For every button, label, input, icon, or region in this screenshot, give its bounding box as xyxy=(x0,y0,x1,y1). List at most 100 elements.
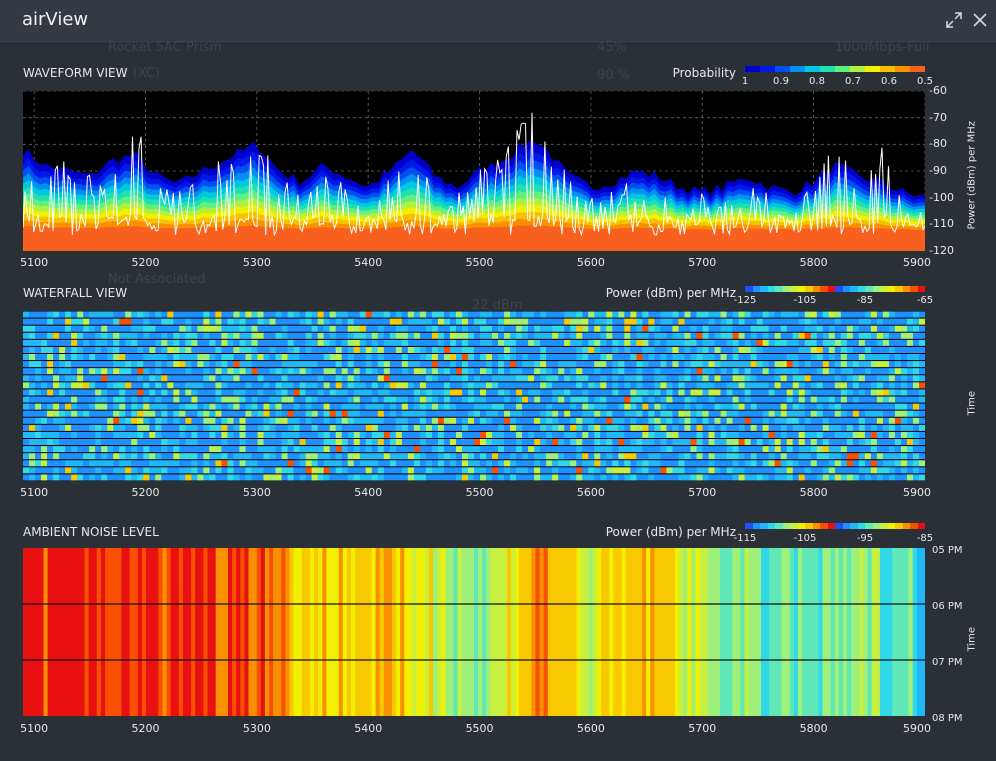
waterfall-cell xyxy=(516,375,523,382)
waterfall-cell xyxy=(576,368,583,375)
waterfall-cell xyxy=(425,382,433,389)
legend-swatch xyxy=(797,523,805,529)
legend-tick-label: -85 xyxy=(856,295,874,306)
waveform-plot[interactable] xyxy=(23,91,925,251)
noise-column xyxy=(867,548,873,716)
waterfall-cell xyxy=(546,311,553,318)
waterfall-cell xyxy=(323,439,330,446)
waterfall-cell xyxy=(528,346,535,353)
waterfall-cell xyxy=(47,318,54,325)
waterfall-cell xyxy=(113,361,120,368)
waterfall-cell xyxy=(221,339,228,346)
waterfall-cell xyxy=(540,396,547,403)
ambient-plot[interactable] xyxy=(23,548,925,716)
noise-column xyxy=(23,548,28,716)
waterfall-cell xyxy=(95,368,102,375)
waterfall-cell xyxy=(71,453,78,460)
waterfall-cell xyxy=(173,368,180,375)
waterfall-cell xyxy=(552,368,559,375)
waterfall-cell xyxy=(534,460,541,467)
waterfall-cell xyxy=(137,446,144,453)
waterfall-cell xyxy=(672,339,679,346)
waterfall-cell xyxy=(780,424,787,431)
waterfall-cell xyxy=(504,410,511,417)
waterfall-cell xyxy=(480,403,487,410)
waterfall-cell xyxy=(59,354,66,361)
waterfall-cell xyxy=(906,368,914,375)
waterfall-cell xyxy=(552,311,559,318)
waterfall-cell xyxy=(35,332,42,339)
waterfall-cell xyxy=(101,460,108,467)
waterfall-cell xyxy=(269,467,276,474)
waterfall-cell xyxy=(744,368,751,375)
waterfall-cell xyxy=(71,403,78,410)
waterfall-cell xyxy=(383,424,391,431)
waterfall-plot[interactable] xyxy=(23,311,925,481)
waterfall-cell xyxy=(221,424,228,431)
waterfall-cell xyxy=(906,325,914,332)
waterfall-cell xyxy=(377,467,385,474)
waterfall-cell xyxy=(413,417,421,424)
waterfall-cell xyxy=(365,403,373,410)
waterfall-cell xyxy=(257,474,264,481)
waterfall-cell xyxy=(461,431,469,438)
waterfall-cell xyxy=(383,410,391,417)
waterfall-cell xyxy=(353,375,361,382)
waterfall-cell xyxy=(173,375,180,382)
waterfall-cell xyxy=(768,439,775,446)
waterfall-cell xyxy=(221,446,228,453)
waterfall-cell xyxy=(227,318,234,325)
waterfall-cell xyxy=(552,417,559,424)
waterfall-cell xyxy=(894,332,902,339)
waterfall-cell xyxy=(750,417,757,424)
waterfall-cell xyxy=(323,417,330,424)
noise-column xyxy=(707,548,713,716)
waterfall-cell xyxy=(251,368,258,375)
waterfall-cell xyxy=(209,410,216,417)
waterfall-cell xyxy=(480,375,487,382)
waterfall-cell xyxy=(425,325,433,332)
waterfall-cell xyxy=(582,431,589,438)
waterfall-cell xyxy=(203,424,210,431)
waterfall-cell xyxy=(245,396,252,403)
waterfall-cell xyxy=(77,361,84,368)
waterfall-cell xyxy=(449,403,457,410)
waterfall-cell xyxy=(726,431,733,438)
waterfall-cell xyxy=(786,311,793,318)
waterfall-cell xyxy=(293,318,300,325)
waterfall-cell xyxy=(227,332,234,339)
waterfall-cell xyxy=(672,424,679,431)
waterfall-cell xyxy=(281,460,288,467)
waterfall-cell xyxy=(534,346,541,353)
waterfall-cell xyxy=(227,467,234,474)
waterfall-cell xyxy=(702,389,709,396)
waterfall-cell xyxy=(720,474,727,481)
waterfall-cell xyxy=(762,354,769,361)
waterfall-cell xyxy=(810,375,818,382)
waterfall-cell xyxy=(83,467,90,474)
waterfall-cell xyxy=(269,389,276,396)
waterfall-cell xyxy=(588,474,595,481)
close-icon[interactable] xyxy=(970,10,990,30)
waterfall-cell xyxy=(504,382,511,389)
maximize-icon[interactable] xyxy=(944,10,964,30)
waterfall-cell xyxy=(299,396,306,403)
waterfall-cell xyxy=(486,389,493,396)
noise-column xyxy=(822,548,827,716)
waterfall-cell xyxy=(612,311,619,318)
waterfall-cell xyxy=(918,361,925,368)
waterfall-cell xyxy=(630,368,637,375)
waterfall-cell xyxy=(77,332,84,339)
waterfall-cell xyxy=(83,354,90,361)
waterfall-cell xyxy=(77,474,84,481)
waterfall-cell xyxy=(576,375,583,382)
waterfall-cell xyxy=(83,446,90,453)
waterfall-cell xyxy=(311,396,318,403)
waterfall-cell xyxy=(744,318,751,325)
waterfall-cell xyxy=(726,375,733,382)
noise-column xyxy=(252,548,258,716)
waterfall-cell xyxy=(209,382,216,389)
waterfall-cell xyxy=(864,403,872,410)
waterfall-cell xyxy=(594,396,601,403)
waterfall-cell xyxy=(648,318,655,325)
